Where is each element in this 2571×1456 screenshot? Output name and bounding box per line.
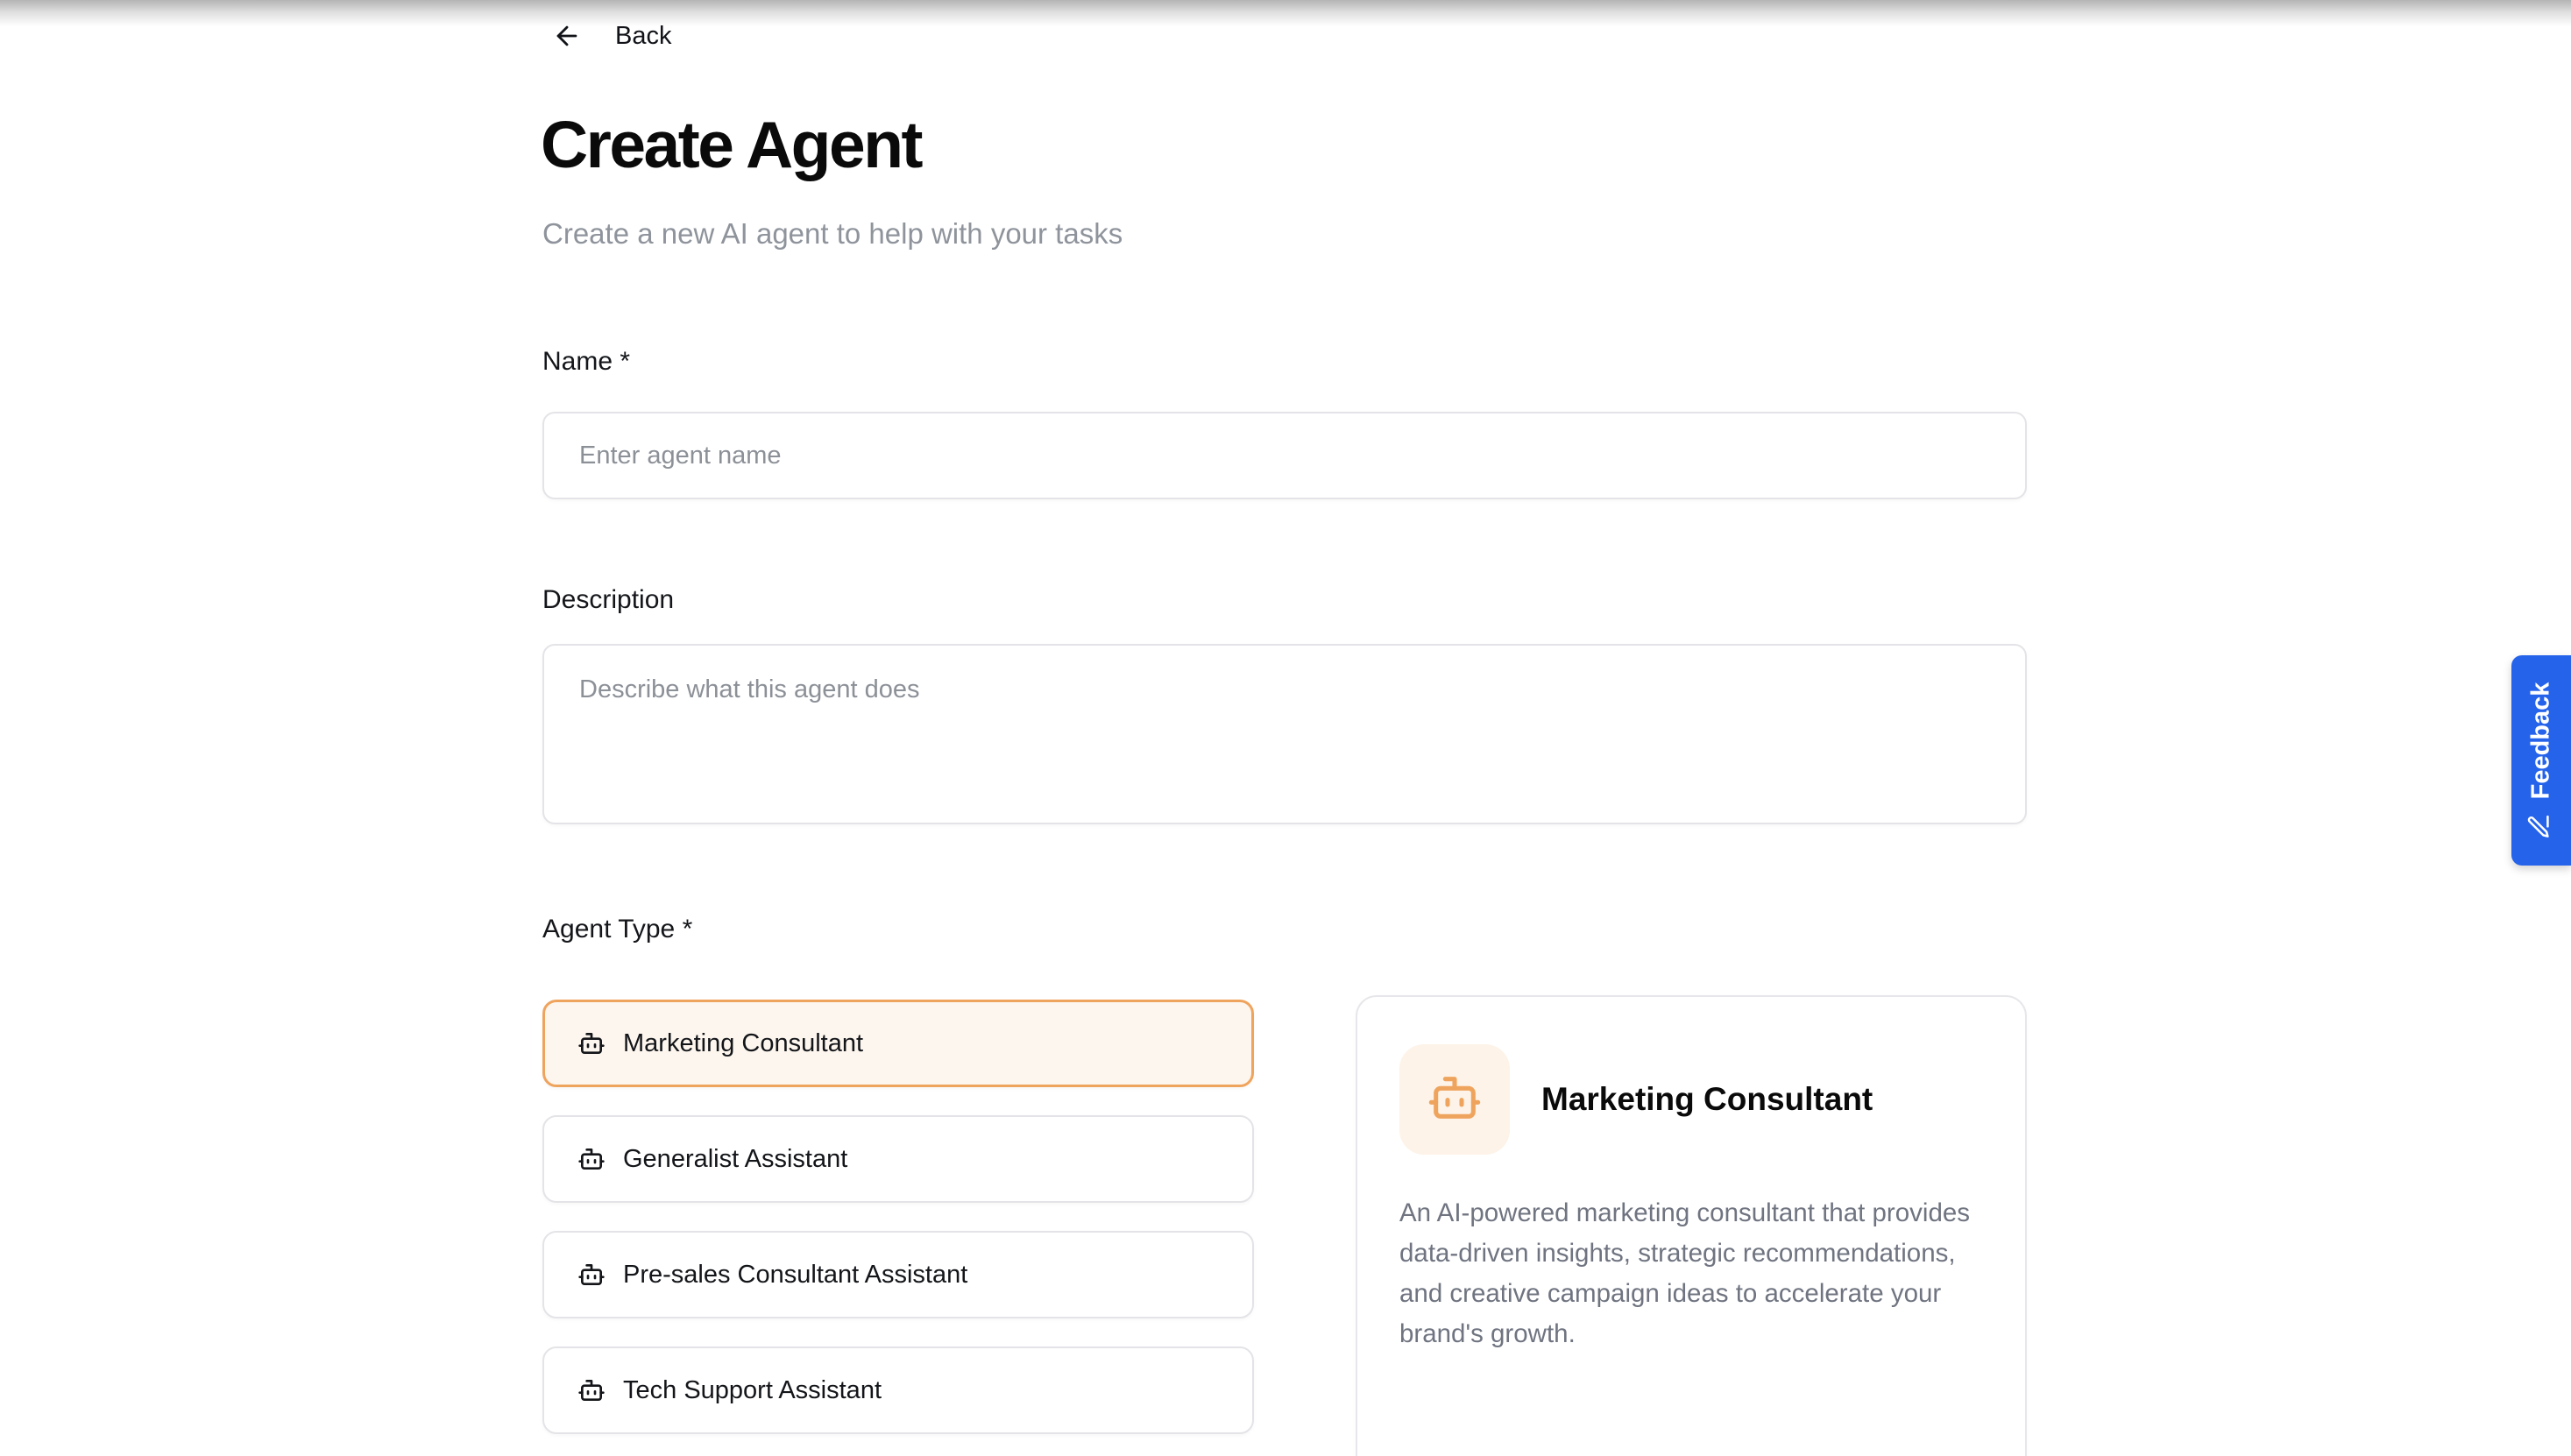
agent-type-option-pre-sales-consultant-assistant[interactable]: Pre-sales Consultant Assistant xyxy=(542,1231,1254,1318)
agent-type-option-tech-support-assistant[interactable]: Tech Support Assistant xyxy=(542,1346,1254,1434)
create-agent-page: Back Create Agent Create a new AI agent … xyxy=(0,0,2571,1456)
feedback-tab-inner: Feedback xyxy=(2526,682,2557,839)
description-label: Description xyxy=(542,585,674,615)
detail-card-header: Marketing Consultant xyxy=(1399,1044,1983,1155)
bot-icon-box xyxy=(1399,1044,1510,1155)
agent-type-option-marketing-consultant[interactable]: Marketing Consultant xyxy=(542,1000,1254,1087)
option-label: Pre-sales Consultant Assistant xyxy=(623,1261,967,1290)
arrow-left-icon xyxy=(552,21,582,51)
top-shadow-divider xyxy=(0,0,2571,26)
agent-type-options: Marketing Consultant Generalist Assistan… xyxy=(542,1000,1254,1434)
pencil-icon xyxy=(2526,813,2557,839)
bot-icon xyxy=(1427,1070,1483,1130)
bot-icon xyxy=(577,1029,606,1057)
back-button[interactable]: Back xyxy=(552,21,671,51)
bot-icon xyxy=(577,1261,606,1289)
bot-icon xyxy=(577,1145,606,1173)
detail-card-description: An AI-powered marketing consultant that … xyxy=(1399,1193,1981,1354)
feedback-tab[interactable]: Feedback xyxy=(2511,655,2571,866)
option-label: Marketing Consultant xyxy=(623,1029,863,1058)
back-label: Back xyxy=(615,22,671,51)
bot-icon xyxy=(577,1376,606,1404)
agent-name-input[interactable] xyxy=(542,412,2027,499)
option-label: Generalist Assistant xyxy=(623,1145,847,1174)
page-subtitle: Create a new AI agent to help with your … xyxy=(542,217,1123,251)
feedback-label: Feedback xyxy=(2527,682,2556,799)
detail-card-title: Marketing Consultant xyxy=(1541,1081,1873,1118)
option-label: Tech Support Assistant xyxy=(623,1376,882,1405)
agent-type-label: Agent Type * xyxy=(542,915,692,944)
agent-type-option-generalist-assistant[interactable]: Generalist Assistant xyxy=(542,1115,1254,1203)
agent-type-detail-card: Marketing Consultant An AI-powered marke… xyxy=(1356,995,2027,1456)
page-title: Create Agent xyxy=(541,107,921,182)
agent-description-textarea[interactable] xyxy=(542,644,2027,824)
name-label: Name * xyxy=(542,347,630,377)
